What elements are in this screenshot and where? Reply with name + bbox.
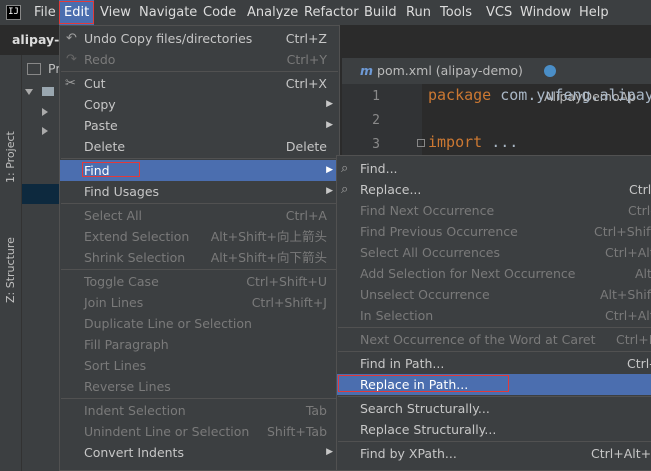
menu-item-find-next[interactable]: Find Next Occurrence Ctrl- — [337, 200, 651, 221]
menu-item-toggle-case[interactable]: Toggle Case Ctrl+Shift+U — [60, 271, 339, 292]
tool-window-bar: 1: Project Z: Structure — [0, 55, 22, 471]
menu-navigate[interactable]: Navigate — [139, 0, 197, 25]
menu-separator — [61, 71, 338, 72]
menu-item-redo[interactable]: ↷ Redo Ctrl+Y — [60, 49, 339, 70]
menu-item-copy[interactable]: Copy ▶ — [60, 94, 339, 115]
line-number: 3 — [372, 137, 380, 152]
menu-item-in-selection[interactable]: In Selection Ctrl+Alt — [337, 305, 651, 326]
project-tool-tab-label: 1: Project — [4, 131, 17, 183]
menu-item-replace-structurally[interactable]: Replace Structurally... — [337, 419, 651, 440]
menu-item-cut[interactable]: ✂ Cut Ctrl+X — [60, 73, 339, 94]
menu-item-convert-indents[interactable]: Convert Indents ▶ — [60, 442, 339, 463]
menu-item-replace[interactable]: ⌕ Replace... Ctrl — [337, 179, 651, 200]
submenu-arrow-icon: ▶ — [326, 165, 333, 175]
menu-item-next-word-occurrence[interactable]: Next Occurrence of the Word at Caret Ctr… — [337, 329, 651, 350]
replace-icon: ⌕ — [341, 182, 349, 197]
edit-menu: ↶ Undo Copy files/directories Ctrl+Z ↷ R… — [59, 25, 340, 471]
menu-vcs[interactable]: VCS — [486, 0, 512, 25]
keyword-import: import — [428, 133, 483, 151]
menu-item-paste[interactable]: Paste ▶ — [60, 115, 339, 136]
menu-item-find-usages[interactable]: Find Usages ▶ — [60, 181, 339, 202]
menu-separator — [338, 396, 651, 397]
menu-item-find-previous[interactable]: Find Previous Occurrence Ctrl+Shift — [337, 221, 651, 242]
menu-separator — [61, 269, 338, 270]
submenu-arrow-icon: ▶ — [326, 447, 333, 457]
menu-item-unindent[interactable]: Unindent Line or Selection Shift+Tab — [60, 421, 339, 442]
menu-build[interactable]: Build — [364, 0, 397, 25]
menu-separator — [338, 327, 651, 328]
intellij-logo-icon: IJ — [6, 5, 21, 20]
menu-item-sort-lines[interactable]: Sort Lines — [60, 355, 339, 376]
menu-item-join-lines[interactable]: Join Lines Ctrl+Shift+J — [60, 292, 339, 313]
menu-item-indent-selection[interactable]: Indent Selection Tab — [60, 400, 339, 421]
menu-item-search-structurally[interactable]: Search Structurally... — [337, 398, 651, 419]
project-panel: Pr — [22, 55, 60, 471]
menu-item-extend-selection[interactable]: Extend Selection Alt+Shift+向上箭头 — [60, 226, 339, 247]
structure-tool-tab-label: Z: Structure — [4, 237, 17, 303]
expand-arrow-icon[interactable] — [25, 89, 33, 95]
menu-item-duplicate-line[interactable]: Duplicate Line or Selection — [60, 313, 339, 334]
submenu-arrow-icon: ▶ — [326, 99, 333, 109]
menu-tools[interactable]: Tools — [440, 0, 472, 25]
menu-separator — [61, 398, 338, 399]
redo-icon: ↷ — [66, 52, 77, 67]
editor-tab-bar: m pom.xml (alipay-demo) AlipayDemoAp — [342, 58, 651, 104]
tab-pom-xml[interactable]: m pom.xml (alipay-demo) — [360, 58, 523, 84]
menu-window[interactable]: Window — [520, 0, 571, 25]
collapse-arrow-icon-2[interactable] — [42, 127, 48, 135]
menu-item-fill-paragraph[interactable]: Fill Paragraph — [60, 334, 339, 355]
menu-code[interactable]: Code — [203, 0, 236, 25]
menu-item-delete[interactable]: Delete Delete — [60, 136, 339, 157]
menu-separator — [61, 158, 338, 159]
menu-item-select-all-occurrences[interactable]: Select All Occurrences Ctrl+Alt — [337, 242, 651, 263]
class-icon — [544, 65, 556, 77]
menu-item-select-all[interactable]: Select All Ctrl+A — [60, 205, 339, 226]
cut-icon: ✂ — [65, 76, 76, 91]
project-tool-tab[interactable]: 1: Project — [0, 121, 21, 191]
submenu-arrow-icon: ▶ — [326, 186, 333, 196]
find-submenu: ⌕ Find... ⌕ Replace... Ctrl Find Next Oc… — [336, 155, 651, 471]
menu-refactor[interactable]: Refactor — [304, 0, 359, 25]
menu-view[interactable]: View — [100, 0, 131, 25]
menu-item-reverse-lines[interactable]: Reverse Lines — [60, 376, 339, 397]
import-folded: ... — [482, 133, 519, 151]
menu-run[interactable]: Run — [406, 0, 431, 25]
line-number: 2 — [372, 113, 380, 128]
undo-icon: ↶ — [66, 31, 77, 46]
fold-icon[interactable] — [417, 139, 425, 147]
keyword-package: package — [428, 86, 492, 104]
menu-item-replace-in-path[interactable]: Replace in Path... — [337, 374, 651, 395]
structure-tool-tab[interactable]: Z: Structure — [0, 225, 21, 315]
tab-pom-xml-label: pom.xml (alipay-demo) — [377, 63, 523, 78]
menu-analyze[interactable]: Analyze — [247, 0, 298, 25]
menu-edit[interactable]: Edit — [59, 0, 95, 25]
package-name: com.yufeng.alipay — [491, 86, 651, 104]
tab-alipay-demo-app[interactable]: AlipayDemoAp — [544, 58, 651, 104]
menu-item-undo[interactable]: ↶ Undo Copy files/directories Ctrl+Z — [60, 28, 339, 49]
menu-separator — [338, 441, 651, 442]
code-line-import[interactable]: import ... — [428, 133, 518, 151]
menu-separator — [338, 351, 651, 352]
submenu-arrow-icon: ▶ — [326, 120, 333, 130]
menu-item-find-by-xpath[interactable]: Find by XPath... Ctrl+Alt+X — [337, 443, 651, 464]
maven-icon: m — [360, 63, 374, 78]
line-number: 1 — [372, 89, 380, 104]
menu-help[interactable]: Help — [579, 0, 609, 25]
menu-item-add-selection[interactable]: Add Selection for Next Occurrence Alt — [337, 263, 651, 284]
search-icon: ⌕ — [341, 161, 349, 176]
collapse-arrow-icon[interactable] — [42, 108, 48, 116]
menu-item-unselect-occurrence[interactable]: Unselect Occurrence Alt+Shift — [337, 284, 651, 305]
folder-icon — [42, 87, 54, 96]
menu-file[interactable]: File — [34, 0, 56, 25]
menu-separator — [61, 203, 338, 204]
panel-icon — [27, 63, 41, 75]
menu-item-shrink-selection[interactable]: Shrink Selection Alt+Shift+向下箭头 — [60, 247, 339, 268]
menu-item-find-in-path[interactable]: Find in Path... Ctrl- — [337, 353, 651, 374]
menu-bar: IJ File Edit View Navigate Code Analyze … — [0, 0, 651, 25]
menu-item-find-dialog[interactable]: ⌕ Find... — [337, 158, 651, 179]
menu-item-find[interactable]: Find ▶ — [60, 160, 339, 181]
selected-tree-row[interactable] — [22, 184, 60, 204]
code-line-package[interactable]: package com.yufeng.alipay — [428, 86, 651, 104]
